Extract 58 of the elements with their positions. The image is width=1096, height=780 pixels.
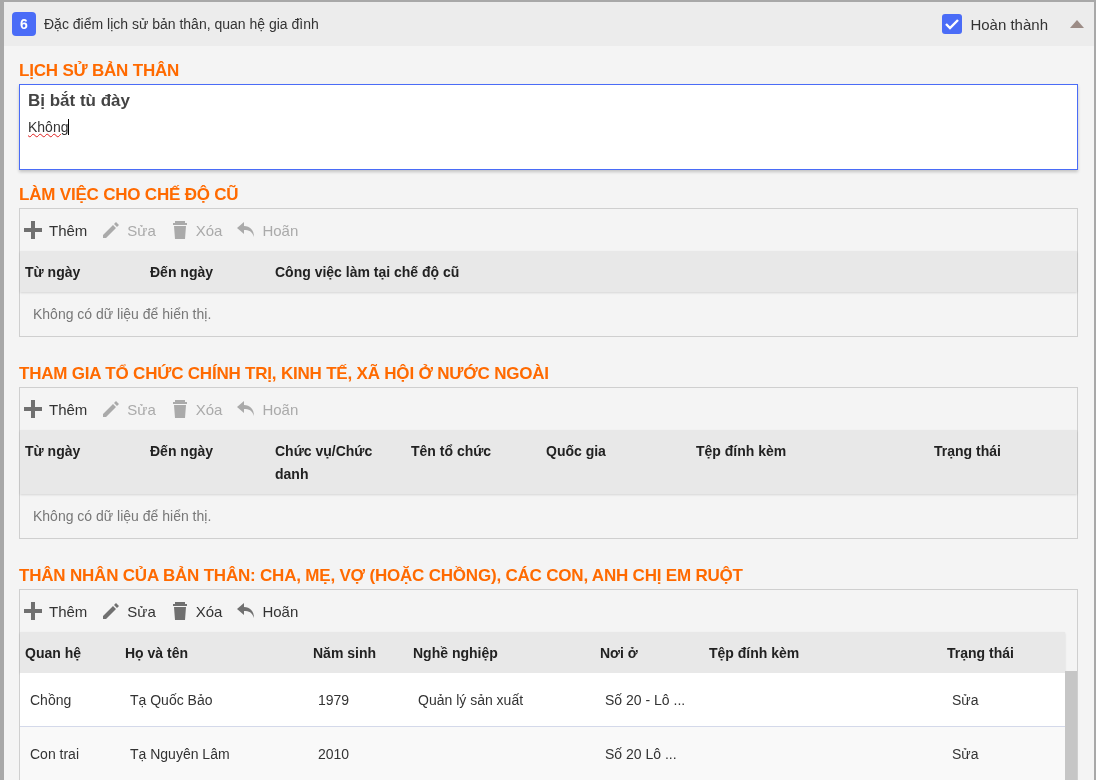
column-header[interactable]: Năm sinh xyxy=(308,642,408,665)
section-number: 6 xyxy=(12,12,36,36)
column-header[interactable]: Trạng thái xyxy=(929,440,1069,486)
add-button[interactable]: Thêm xyxy=(23,399,88,419)
column-header[interactable]: Chức vụ/Chức danh xyxy=(270,440,406,486)
edit-button[interactable]: Sửa xyxy=(101,601,156,621)
field-label: Bị bắt tù đày xyxy=(28,91,130,111)
pencil-icon xyxy=(101,601,122,621)
field-value: Không xyxy=(28,119,70,135)
column-header[interactable]: Tên tổ chức xyxy=(406,440,541,486)
grid-row[interactable]: Con trai Tạ Nguyên Lâm 2010 Số 20 Lô ... Sửa xyxy=(20,727,1065,780)
column-header[interactable]: Họ và tên xyxy=(120,642,308,665)
scrollbar[interactable] xyxy=(1065,671,1077,780)
delete-button[interactable]: Xóa xyxy=(169,601,223,621)
column-header[interactable]: Đến ngày xyxy=(145,440,270,486)
column-header[interactable]: Công việc làm tại chế độ cũ xyxy=(270,261,670,284)
grid-row[interactable]: Chồng Tạ Quốc Bảo 1979 Quản lý sản xuất Số 20 - Lô ... Sửa xyxy=(20,673,1065,727)
table-cell: Chồng xyxy=(30,691,72,708)
column-header[interactable]: Nơi ở xyxy=(595,642,704,665)
collapse-icon[interactable] xyxy=(1070,20,1084,28)
column-header[interactable]: Trạng thái xyxy=(942,642,1062,665)
complete-checkbox[interactable] xyxy=(942,14,963,34)
table-cell: Sửa xyxy=(952,691,979,708)
table-cell: Tạ Nguyên Lâm xyxy=(130,745,230,762)
section-heading: LÀM VIỆC CHO CHẾ ĐỘ CŨ xyxy=(19,184,240,206)
pencil-icon xyxy=(101,220,122,240)
table-cell: Sửa xyxy=(952,745,979,762)
add-button[interactable]: Thêm xyxy=(23,220,88,240)
column-header[interactable]: Tệp đính kèm xyxy=(691,440,929,486)
table-cell: Quản lý sản xuất xyxy=(418,691,524,708)
table-cell: 2010 xyxy=(318,745,350,762)
table-cell: Tạ Quốc Bảo xyxy=(130,691,213,708)
section-header[interactable]: 6 Đặc điểm lịch sử bản thân, quan hệ gia đình Hoàn thành xyxy=(4,2,1094,46)
column-header[interactable]: Đến ngày xyxy=(145,261,270,284)
column-header[interactable]: Quan hệ xyxy=(20,642,120,665)
section-heading: LỊCH SỬ BẢN THÂN xyxy=(19,60,181,82)
empty-message: Không có dữ liệu để hiển thị. xyxy=(32,305,213,324)
plus-icon xyxy=(23,220,43,240)
section-heading: THÂN NHÂN CỦA BẢN THÂN: CHA, MẸ, VỢ (HOẶC CHỒNG), CÁC CON, ANH CHỊ EM RUỘT xyxy=(19,565,744,587)
plus-icon xyxy=(23,399,43,419)
plus-icon xyxy=(23,601,43,621)
table-cell: Số 20 Lô ... xyxy=(605,745,677,762)
table-cell: Con trai xyxy=(30,745,80,762)
table-cell: Số 20 - Lô ... xyxy=(605,691,686,708)
column-header[interactable]: Tệp đính kèm xyxy=(704,642,942,665)
table-cell: 1979 xyxy=(318,691,350,708)
column-header[interactable]: Từ ngày xyxy=(20,440,145,486)
add-button[interactable]: Thêm xyxy=(23,601,88,621)
history-text-box[interactable]: Bị bắt tù đày Không xyxy=(19,84,1078,170)
column-header[interactable]: Quốc gia xyxy=(541,440,691,486)
column-header[interactable]: Nghề nghiệp xyxy=(408,642,595,665)
undo-button[interactable]: Hoãn xyxy=(236,601,299,621)
empty-message: Không có dữ liệu để hiển thị. xyxy=(32,507,213,526)
column-header[interactable]: Từ ngày xyxy=(20,261,145,284)
complete-label: Hoàn thành xyxy=(970,15,1048,33)
pencil-icon xyxy=(101,399,122,419)
section-heading: THAM GIA TỔ CHỨC CHÍNH TRỊ, KINH TẾ, XÃ HỘI Ở NƯỚC NGOÀI xyxy=(19,363,550,385)
section-title: Đặc điểm lịch sử bản thân, quan hệ gia đình xyxy=(44,16,320,32)
